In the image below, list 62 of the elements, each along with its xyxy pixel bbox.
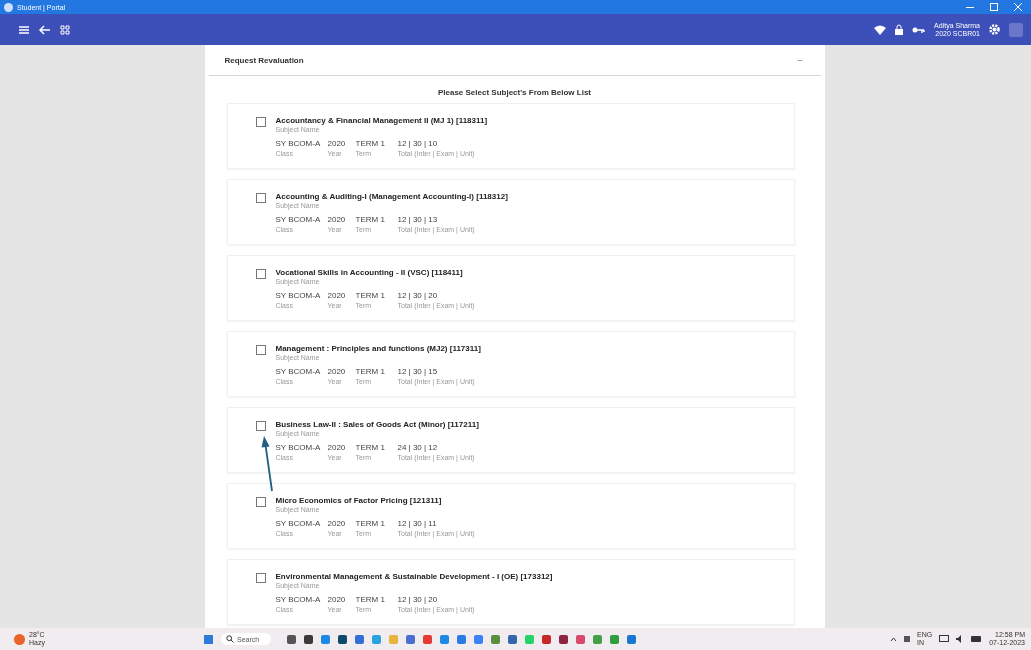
checkbox[interactable]	[255, 193, 266, 203]
subject-name: Micro Economics of Factor Pricing [121311]	[275, 496, 442, 506]
total-value: 12 | 30 | 11	[397, 519, 438, 529]
total-value: 12 | 30 | 13	[397, 215, 439, 225]
subject-name: Business Law-II : Sales of Goods Act (Minor) [117211]	[275, 420, 479, 430]
grid-icon[interactable]	[60, 24, 70, 35]
menu-icon[interactable]	[18, 24, 30, 35]
key-icon[interactable]	[912, 25, 926, 34]
wifi-icon[interactable]	[874, 24, 887, 35]
year-value: 2020	[327, 139, 347, 149]
app-logo-icon	[4, 2, 13, 12]
back-icon[interactable]	[39, 24, 51, 35]
checkbox[interactable]	[255, 573, 266, 583]
year-value: 2020	[327, 215, 347, 225]
total-value: 12 | 30 | 20	[397, 595, 439, 605]
subject-name: Management : Principles and functions (MJ2) [117311]	[275, 344, 481, 354]
class-value: SY BCOM-A	[275, 595, 322, 605]
term-value: TERM 1	[355, 595, 386, 605]
year-value: 2020	[327, 443, 347, 453]
subject-name: Environmental Management & Sustainable Development - I (OE) [173312]	[275, 572, 553, 582]
arrow-annotation	[261, 436, 273, 492]
term-value: TERM 1	[355, 215, 386, 225]
subject-name: Accountancy & Financial Management II (MJ 1) [118311]	[275, 116, 488, 126]
class-value: SY BCOM-A	[275, 291, 322, 301]
checkbox[interactable]	[255, 117, 266, 127]
start-icon[interactable]	[204, 634, 213, 644]
battery-icon[interactable]	[971, 636, 983, 642]
panel-title: Request Revaluation	[224, 55, 304, 65]
checkbox[interactable]	[255, 421, 266, 431]
year-value: 2020	[327, 519, 347, 529]
class-value: SY BCOM-A	[275, 367, 322, 377]
subject-name: Accounting & Auditing-I (Management Accounting-I) [118312]	[275, 192, 508, 202]
class-value: SY BCOM-A	[275, 139, 322, 149]
term-value: TERM 1	[355, 443, 386, 453]
class-value: SY BCOM-A	[275, 519, 322, 529]
term-value: TERM 1	[355, 367, 386, 377]
close-icon[interactable]	[1013, 3, 1023, 11]
settings-icon[interactable]	[989, 24, 1000, 35]
checkbox[interactable]	[255, 269, 266, 279]
class-value: SY BCOM-A	[275, 443, 322, 453]
list-heading: Please Select Subject's From Below List	[436, 88, 593, 97]
year-value: 2020	[327, 367, 347, 377]
subject-name: Vocational Skills in Accounting - II (VSC) [118411]	[275, 268, 463, 278]
chevron-icon[interactable]	[890, 636, 897, 642]
weather-icon[interactable]	[14, 633, 25, 645]
term-value: TERM 1	[355, 291, 386, 301]
year-value: 2020	[327, 291, 347, 301]
total-value: 12 | 30 | 10	[397, 139, 439, 149]
total-value: 12 | 30 | 20	[397, 291, 439, 301]
maximize-icon[interactable]	[989, 3, 999, 11]
network-icon[interactable]	[939, 635, 950, 643]
checkbox[interactable]	[255, 345, 266, 355]
collapse-button[interactable]: –	[795, 55, 805, 65]
term-value: TERM 1	[355, 139, 386, 149]
checkbox[interactable]	[255, 497, 266, 507]
lock-icon[interactable]	[895, 24, 904, 35]
class-value: SY BCOM-A	[275, 215, 322, 225]
total-value: 12 | 30 | 15	[397, 367, 439, 377]
year-value: 2020	[327, 595, 347, 605]
total-value: 24 | 30 | 12	[397, 443, 439, 453]
search-icon	[226, 635, 234, 643]
term-value: TERM 1	[355, 519, 386, 529]
